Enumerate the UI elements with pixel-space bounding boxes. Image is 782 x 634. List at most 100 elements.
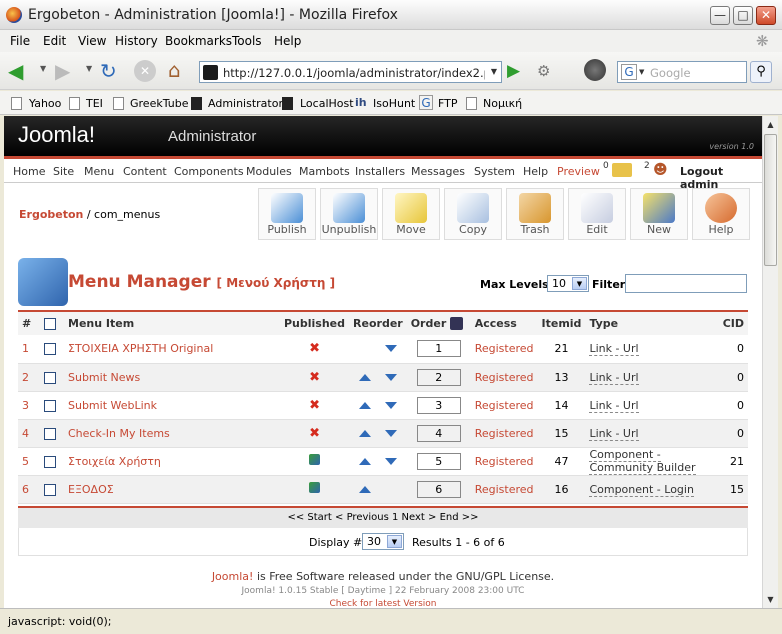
move-up-icon[interactable] (358, 485, 371, 493)
menu-modules[interactable]: Modules (246, 165, 292, 178)
back-icon[interactable]: ◀ (8, 59, 23, 83)
go-icon[interactable]: ▶ (507, 61, 520, 81)
row-checkbox[interactable] (44, 371, 56, 384)
google-icon[interactable]: G (621, 64, 637, 80)
order-input[interactable]: 5 (416, 452, 461, 470)
menu-item-link[interactable]: Submit News (68, 371, 140, 384)
scroll-thumb[interactable] (764, 134, 777, 266)
minimize-button[interactable]: — (710, 6, 730, 25)
row-checkbox[interactable] (44, 483, 56, 496)
menu-bookmarks[interactable]: Bookmarks (165, 34, 232, 48)
menu-help[interactable]: Help (274, 34, 301, 48)
bookmark-administrator[interactable]: Administrator (208, 97, 283, 110)
menu-content[interactable]: Content (123, 165, 167, 178)
access-link[interactable]: Registered (475, 455, 534, 468)
max-levels-select[interactable]: 10 ▼ (547, 275, 589, 292)
engine-dropdown-icon[interactable]: ▼ (639, 68, 644, 76)
type-link[interactable]: Link - Url (589, 398, 639, 413)
url-text[interactable]: http://127.0.0.1/joomla/administrator/in… (223, 66, 485, 80)
bookmark-yahoo[interactable]: Yahoo (29, 97, 61, 110)
type-link[interactable]: Link - Url (589, 426, 639, 441)
breadcrumb-site[interactable]: Ergobeton (19, 208, 83, 221)
menu-installers[interactable]: Installers (355, 165, 405, 178)
bookmark-greektube[interactable]: GreekTube (130, 97, 188, 110)
close-button[interactable]: ✕ (756, 6, 776, 25)
edit-button[interactable]: Edit (568, 188, 626, 240)
menu-file[interactable]: File (10, 34, 30, 48)
search-icon[interactable]: ⚲ (750, 61, 772, 83)
menu-system[interactable]: System (474, 165, 515, 178)
menu-components[interactable]: Components (174, 165, 244, 178)
menu-item-link[interactable]: Στοιχεία Χρήστη (68, 455, 161, 468)
bookmark-localhost[interactable]: LocalHost (300, 97, 354, 110)
filter-input[interactable] (625, 274, 747, 293)
move-down-icon[interactable] (384, 457, 397, 465)
move-down-icon[interactable] (384, 429, 397, 437)
order-input[interactable]: 4 (416, 424, 461, 442)
scroll-up-icon[interactable]: ▲ (764, 117, 777, 132)
vertical-scrollbar[interactable]: ▲ ▼ (762, 116, 778, 608)
back-history-icon[interactable]: ▼ (40, 64, 46, 73)
order-input[interactable]: 1 (416, 340, 461, 358)
menu-edit[interactable]: Edit (43, 34, 66, 48)
menu-tools[interactable]: Tools (232, 34, 262, 48)
preview-link[interactable]: Preview (557, 165, 600, 178)
url-dropdown-icon[interactable]: ▼ (491, 67, 497, 76)
unpublished-icon[interactable]: ✖ (309, 341, 320, 356)
url-bar[interactable]: http://127.0.0.1/joomla/administrator/in… (199, 61, 502, 83)
menu-item-link[interactable]: ΣΤΟΙΧΕΙΑ ΧΡΗΣΤΗ Original (68, 342, 213, 355)
bookmark-ftp[interactable]: FTP (438, 97, 458, 110)
bookmark-isohunt[interactable]: IsoHunt (373, 97, 415, 110)
type-link[interactable]: Link - Url (589, 370, 639, 385)
bookmark-nomiki[interactable]: Νομική (483, 97, 522, 110)
menu-item-link[interactable]: Check-In My Items (68, 427, 170, 440)
unpublish-button[interactable]: Unpublish (320, 188, 378, 240)
unpublished-icon[interactable]: ✖ (309, 398, 320, 413)
menu-site[interactable]: Site (53, 165, 74, 178)
forward-history-icon[interactable]: ▼ (86, 64, 92, 73)
move-up-icon[interactable] (358, 373, 371, 381)
menu-home[interactable]: Home (13, 165, 45, 178)
menu-view[interactable]: View (78, 34, 106, 48)
row-checkbox[interactable] (44, 399, 56, 412)
menu-help[interactable]: Help (523, 165, 548, 178)
menu-mambots[interactable]: Mambots (299, 165, 350, 178)
move-button[interactable]: Move (382, 188, 440, 240)
save-order-icon[interactable] (450, 317, 464, 331)
home-icon[interactable]: ⌂ (168, 58, 181, 82)
publish-button[interactable]: Publish (258, 188, 316, 240)
row-checkbox[interactable] (44, 427, 56, 440)
stop-icon[interactable]: ✕ (134, 60, 156, 82)
menu-item-link[interactable]: Submit WebLink (68, 399, 157, 412)
published-icon[interactable] (309, 454, 321, 465)
move-up-icon[interactable] (358, 429, 371, 437)
move-down-icon[interactable] (384, 373, 397, 381)
type-link[interactable]: Link - Url (589, 342, 639, 357)
order-input[interactable]: 2 (416, 368, 461, 386)
type-link[interactable]: Component - Community Builder (589, 448, 696, 475)
unpublished-icon[interactable]: ✖ (309, 370, 320, 385)
access-link[interactable]: Registered (475, 427, 534, 440)
menu-history[interactable]: History (115, 34, 158, 48)
row-checkbox[interactable] (44, 343, 56, 356)
reload-icon[interactable]: ↻ (100, 59, 117, 83)
row-checkbox[interactable] (44, 455, 56, 468)
access-link[interactable]: Registered (475, 371, 534, 384)
trash-button[interactable]: Trash (506, 188, 564, 240)
unpublished-icon[interactable]: ✖ (309, 426, 320, 441)
type-link[interactable]: Component - Login (589, 482, 694, 497)
order-input[interactable]: 6 (416, 480, 461, 498)
move-down-icon[interactable] (384, 401, 397, 409)
menu-item-link[interactable]: ΕΞΟΔΟΣ (68, 483, 114, 496)
access-link[interactable]: Registered (475, 399, 534, 412)
help-button[interactable]: Help (692, 188, 750, 240)
joomla-link[interactable]: Joomla! (212, 570, 254, 583)
forward-icon[interactable]: ▶ (55, 59, 70, 83)
bookmark-tei[interactable]: TEI (86, 97, 103, 110)
published-icon[interactable] (309, 482, 321, 493)
profile-icon[interactable] (584, 59, 606, 81)
select-all-checkbox[interactable] (44, 318, 56, 330)
scroll-down-icon[interactable]: ▼ (764, 592, 777, 607)
display-select[interactable]: 30 ▼ (362, 533, 404, 550)
menu-messages[interactable]: Messages (411, 165, 465, 178)
